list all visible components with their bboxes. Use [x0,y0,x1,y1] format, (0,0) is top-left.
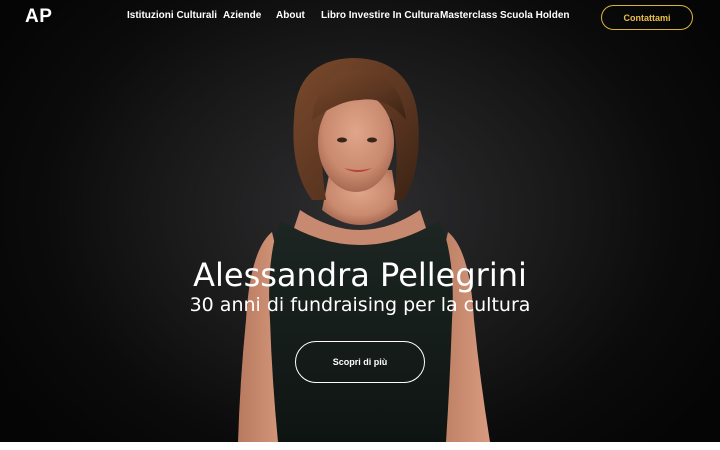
nav-item-about[interactable]: About [276,10,305,21]
nav-item-libro-investire-in-cultura[interactable]: Libro Investire In Cultura [321,10,439,21]
nav-item-istituzioni-culturali[interactable]: Istituzioni Culturali [127,10,217,21]
site-logo[interactable]: AP [25,6,52,28]
discover-more-button[interactable]: Scopri di più [295,341,425,383]
nav-item-masterclass-scuola-holden[interactable]: Masterclass Scuola Holden [440,10,570,21]
hero-subtitle: 30 anni di fundraising per la cultura [189,294,531,316]
contact-button[interactable]: Contattami [601,5,693,30]
page-bottom-strip [0,442,720,450]
hero-title: Alessandra Pellegrini [193,256,527,294]
hero-section: AP Istituzioni Culturali Aziende About L… [0,0,720,442]
nav-item-aziende[interactable]: Aziende [223,10,261,21]
